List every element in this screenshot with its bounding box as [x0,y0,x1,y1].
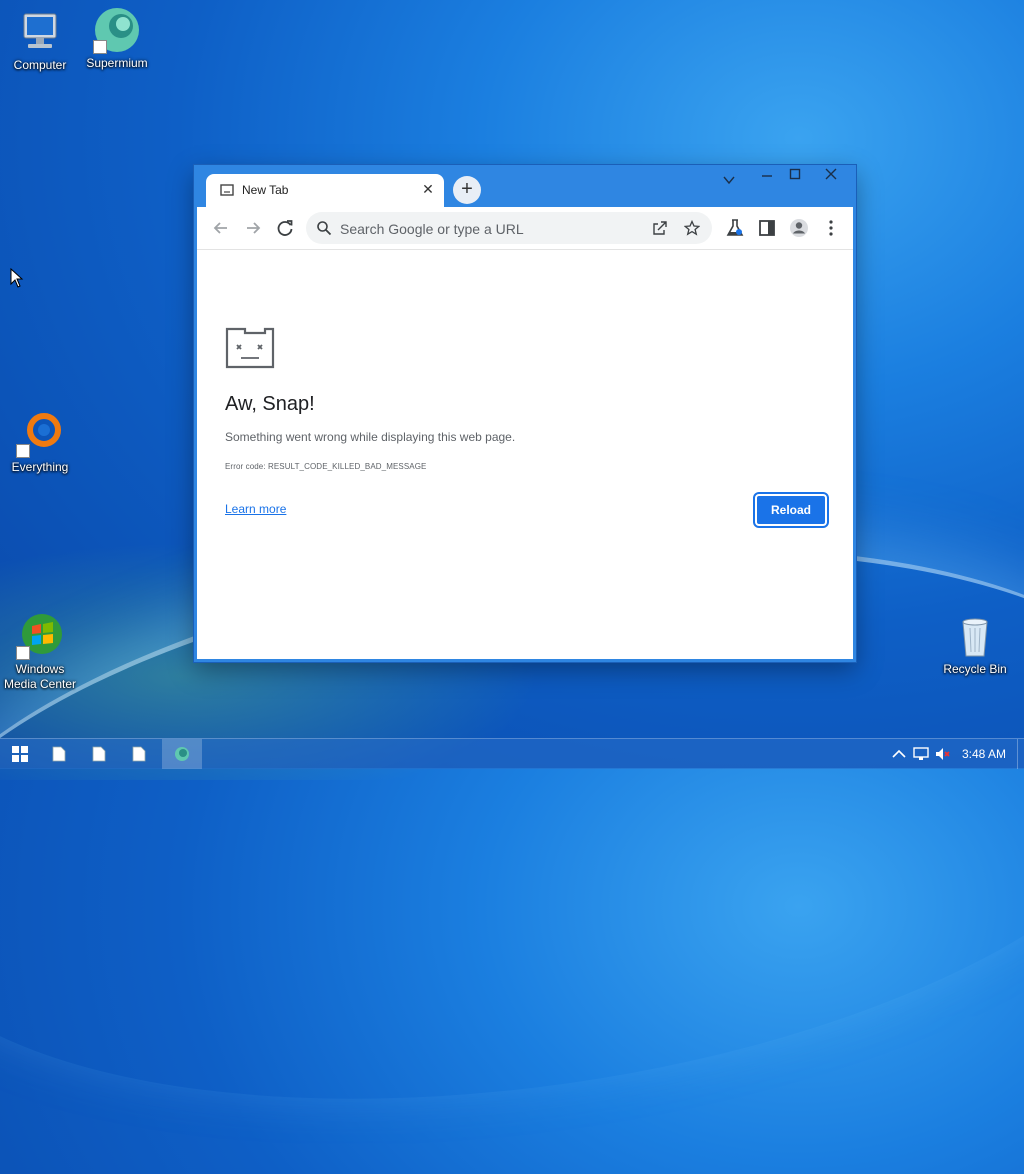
plus-icon: + [461,178,473,200]
taskbar-item-file-1[interactable] [40,739,80,769]
omnibox[interactable]: Search Google or type a URL [306,212,712,244]
everything-icon [16,410,64,458]
learn-more-link[interactable]: Learn more [225,502,286,516]
browser-window: New Tab ✕ + Search Google or type a URL … [194,165,856,662]
supermium-icon [175,747,189,761]
chevron-up-icon[interactable] [890,746,908,762]
error-description: Something went wrong while displaying th… [225,430,516,444]
minimize-icon [762,175,772,177]
star-icon[interactable] [684,220,700,236]
close-window-button[interactable] [816,165,846,185]
taskbar-clock[interactable]: 3:48 AM [962,747,1006,761]
desktop-icon-label: Windows Media Center [3,662,77,691]
shortcut-arrow-icon [16,444,30,458]
error-code: Error code: RESULT_CODE_KILLED_BAD_MESSA… [225,462,427,471]
start-button[interactable] [0,739,40,769]
desktop-icon-media-center[interactable]: Windows Media Center [2,612,78,692]
computer-icon [16,8,64,56]
shortcut-arrow-icon [93,40,107,54]
share-icon[interactable] [652,220,668,236]
browser-toolbar: Search Google or type a URL [197,207,853,250]
desktop-icon-recycle-bin[interactable]: Recycle Bin [937,612,1013,677]
profile-icon[interactable] [788,217,810,239]
omnibox-placeholder: Search Google or type a URL [340,221,524,237]
desktop-icon-label: Recycle Bin [943,662,1007,676]
recycle-bin-icon [951,612,999,660]
file-icon [132,746,146,762]
reload-icon[interactable] [274,217,296,239]
sad-folder-icon [225,327,275,369]
close-icon [825,168,837,180]
desktop-icon-label: Supermium [86,56,148,70]
shortcut-arrow-icon [16,646,30,660]
taskbar-item-file-2[interactable] [80,739,120,769]
reload-button[interactable]: Reload [755,494,827,526]
volume-muted-icon[interactable] [934,746,952,762]
side-panel-icon[interactable] [756,217,778,239]
show-desktop-button[interactable] [1017,739,1024,769]
tab-strip: New Tab ✕ + [194,165,856,207]
arrow-left-icon[interactable] [210,217,232,239]
desktop-icon-label: Computer [13,58,67,72]
taskbar-item-supermium[interactable] [162,739,202,769]
sad-tab-icon [220,184,234,196]
tab-new-tab[interactable]: New Tab ✕ [206,174,444,207]
tab-title: New Tab [242,183,289,197]
minimize-button[interactable] [752,165,782,185]
file-icon [92,746,106,762]
error-title: Aw, Snap! [225,393,315,415]
maximize-button[interactable] [780,165,810,185]
maximize-icon [789,168,801,180]
windows-logo-icon [12,746,28,762]
search-icon [317,221,332,236]
desktop-icon-everything[interactable]: Everything [2,410,78,475]
supermium-icon [93,6,141,54]
chevron-down-icon[interactable] [714,170,744,190]
desktop-icon-supermium[interactable]: Supermium [79,6,155,71]
file-icon [52,746,66,762]
mouse-cursor-icon [10,268,24,288]
taskbar-item-file-3[interactable] [120,739,160,769]
new-tab-button[interactable]: + [453,176,481,204]
close-icon[interactable]: ✕ [420,181,436,197]
error-page: Aw, Snap! Something went wrong while dis… [197,250,853,659]
taskbar: 3:48 AM [0,738,1024,769]
desktop-icon-computer[interactable]: Computer [2,8,78,73]
arrow-right-icon[interactable] [242,217,264,239]
desktop-icon-label: Everything [11,460,69,474]
network-icon[interactable] [912,746,930,762]
windows-media-center-icon [16,612,64,660]
kebab-menu-icon[interactable] [820,217,842,239]
flask-icon[interactable] [724,217,746,239]
